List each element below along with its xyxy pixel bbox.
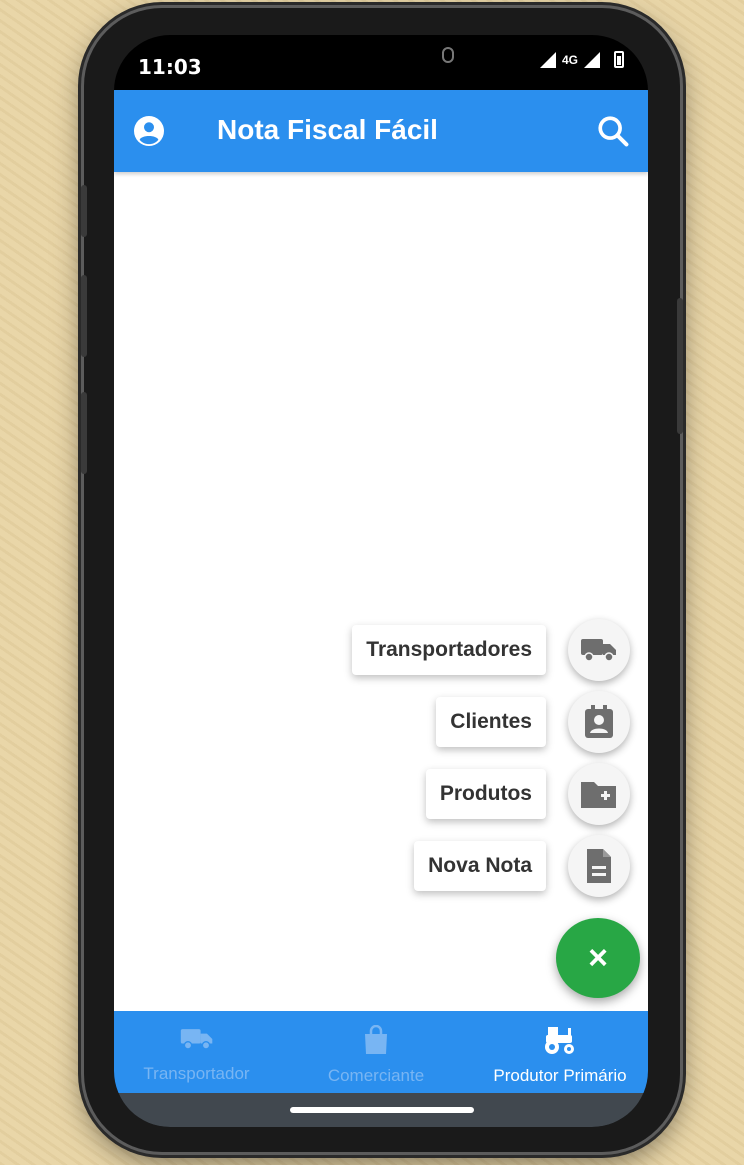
- truck-icon: [581, 639, 616, 662]
- shopping-bag-icon: [365, 1024, 387, 1054]
- speed-dial-transportadores[interactable]: Transportadores: [352, 619, 630, 681]
- volume-down-button: [81, 275, 87, 357]
- nav-item-produtor-primario[interactable]: Produtor Primário: [480, 1025, 640, 1086]
- speed-dial-label[interactable]: Clientes: [436, 697, 546, 747]
- front-camera: [442, 47, 454, 63]
- speed-dial-produtos[interactable]: Produtos: [425, 763, 630, 825]
- produtos-fab[interactable]: [568, 763, 630, 825]
- app-title: Nota Fiscal Fácil: [217, 114, 438, 145]
- status-bar: 11:03 4G: [114, 35, 648, 90]
- nav-label: Comerciante: [327, 1066, 425, 1085]
- clientes-fab[interactable]: [568, 691, 630, 753]
- folder-add-icon: [581, 782, 616, 808]
- battery-icon: [614, 51, 624, 68]
- signal-icon-2: [584, 51, 600, 68]
- signal-icon: [539, 51, 556, 68]
- status-time: 11:03: [138, 55, 202, 79]
- contact-card-icon: [585, 705, 613, 738]
- tractor-icon: [545, 1027, 574, 1054]
- speed-dial-clientes[interactable]: Clientes: [436, 691, 630, 753]
- nav-item-transportador[interactable]: Transportador: [134, 1025, 259, 1084]
- nova-nota-fab[interactable]: [568, 835, 630, 897]
- speed-dial-label[interactable]: Nova Nota: [414, 841, 546, 891]
- truck-icon: [180, 1029, 212, 1050]
- system-navigation-bar: [114, 1093, 648, 1127]
- transportadores-fab[interactable]: [568, 619, 630, 681]
- nav-item-comerciante[interactable]: Comerciante: [314, 1024, 438, 1086]
- phone-screen: 11:03 4G Nota Fiscal Fácil Transportador…: [114, 35, 648, 1127]
- search-icon[interactable]: [596, 114, 630, 148]
- bottom-navigation: Transportador Comerciante Produtor Primá…: [114, 1011, 648, 1093]
- app-bar: Nota Fiscal Fácil: [114, 90, 648, 172]
- volume-button-lower: [81, 392, 87, 474]
- volume-up-button: [81, 185, 87, 237]
- power-button: [677, 298, 683, 434]
- home-indicator[interactable]: [290, 1107, 474, 1113]
- speed-dial-label[interactable]: Produtos: [425, 769, 546, 819]
- close-icon: ×: [588, 938, 608, 977]
- network-type: 4G: [561, 52, 578, 67]
- speed-dial-close-button[interactable]: ×: [556, 918, 640, 998]
- speed-dial-label[interactable]: Transportadores: [352, 625, 546, 675]
- document-icon: [587, 849, 611, 883]
- nav-label: Transportador: [143, 1064, 250, 1083]
- status-icons: 4G: [539, 51, 624, 68]
- account-circle-icon[interactable]: [134, 116, 164, 146]
- speed-dial-nova-nota[interactable]: Nova Nota: [414, 835, 630, 897]
- nav-label: Produtor Primário: [493, 1066, 627, 1085]
